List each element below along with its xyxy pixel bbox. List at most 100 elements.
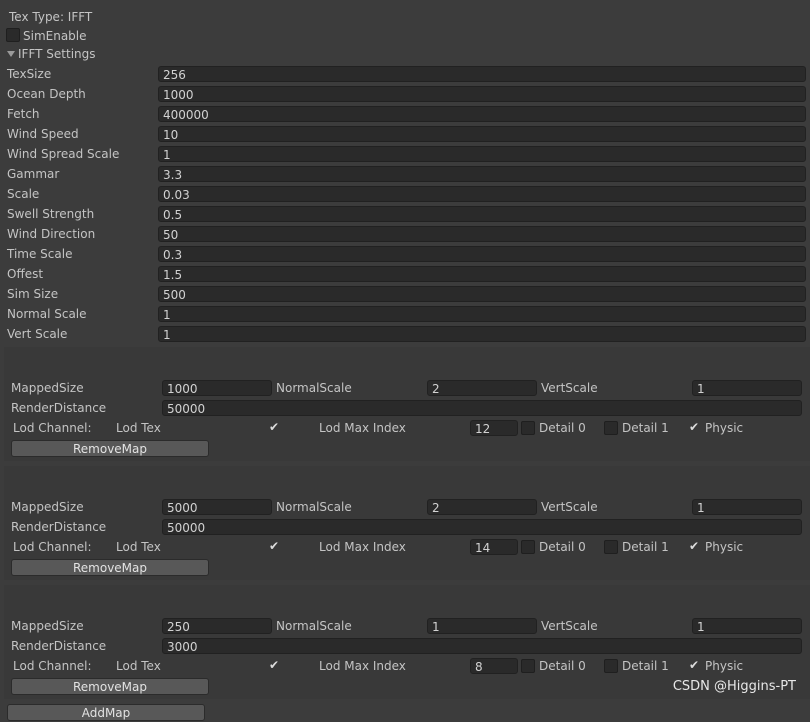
tex-type-label: Tex Type: IFFT (9, 10, 93, 24)
sim-enable-checkbox[interactable] (6, 28, 20, 42)
vert-scale-field[interactable]: 1 (692, 380, 802, 396)
check-icon: ✔ (688, 658, 700, 672)
lod-tex-label: Lod Tex (116, 421, 161, 435)
physic-label: Physic (705, 421, 744, 435)
setting-label: Swell Strength (7, 207, 95, 221)
lod-channel-label: Lod Channel: (13, 540, 92, 554)
setting-label: Wind Direction (7, 227, 96, 241)
detail0-label: Detail 0 (539, 659, 586, 673)
setting-label: Wind Speed (7, 127, 79, 141)
lod-tex-label: Lod Tex (116, 540, 161, 554)
ifft-settings-label: IFFT Settings (18, 47, 96, 61)
vert-scale-field[interactable]: 1 (692, 618, 802, 634)
check-icon: ✔ (268, 658, 280, 672)
normal-scale-field[interactable]: 1 (427, 618, 537, 634)
render-distance-field[interactable]: 3000 (162, 638, 802, 654)
lod-tex-checkbox[interactable]: ✔ (267, 540, 281, 554)
triangle-down-icon (7, 51, 15, 57)
setting-label: Normal Scale (7, 307, 87, 321)
lod-tex-checkbox[interactable]: ✔ (267, 421, 281, 435)
setting-value-field[interactable]: 256 (158, 66, 806, 82)
setting-value-field[interactable]: 10 (158, 126, 806, 142)
setting-value-field[interactable]: 0.3 (158, 246, 806, 262)
setting-label: Sim Size (7, 287, 59, 301)
remove-map-button[interactable]: RemoveMap (11, 678, 209, 695)
mapped-size-label: MappedSize (11, 500, 84, 514)
lod-max-index-field[interactable]: 8 (470, 658, 518, 674)
physic-checkbox[interactable]: ✔ (687, 659, 701, 673)
lod-max-index-field[interactable]: 14 (470, 539, 518, 555)
normal-scale-label: NormalScale (276, 381, 352, 395)
vert-scale-label: VertScale (541, 619, 598, 633)
physic-checkbox[interactable]: ✔ (687, 421, 701, 435)
render-distance-label: RenderDistance (11, 401, 107, 415)
setting-value-field[interactable]: 1.5 (158, 266, 806, 282)
detail1-checkbox[interactable] (604, 421, 618, 435)
render-distance-label: RenderDistance (11, 520, 107, 534)
check-icon: ✔ (688, 420, 700, 434)
normal-scale-field[interactable]: 2 (427, 499, 537, 515)
mapped-size-label: MappedSize (11, 381, 84, 395)
setting-value-field[interactable]: 0.5 (158, 206, 806, 222)
vert-scale-label: VertScale (541, 500, 598, 514)
detail0-checkbox[interactable] (521, 659, 535, 673)
normal-scale-field[interactable]: 2 (427, 380, 537, 396)
setting-value-field[interactable]: 1 (158, 326, 806, 342)
vert-scale-label: VertScale (541, 381, 598, 395)
setting-value-field[interactable]: 3.3 (158, 166, 806, 182)
render-distance-field[interactable]: 50000 (162, 400, 802, 416)
vert-scale-field[interactable]: 1 (692, 499, 802, 515)
setting-label: Scale (7, 187, 40, 201)
detail0-checkbox[interactable] (521, 421, 535, 435)
check-icon: ✔ (268, 539, 280, 553)
setting-value-field[interactable]: 1 (158, 306, 806, 322)
normal-scale-label: NormalScale (276, 500, 352, 514)
setting-label: Ocean Depth (7, 87, 86, 101)
add-map-button[interactable]: AddMap (7, 704, 205, 721)
setting-value-field[interactable]: 500 (158, 286, 806, 302)
check-icon: ✔ (688, 539, 700, 553)
setting-label: Fetch (7, 107, 40, 121)
render-distance-field[interactable]: 50000 (162, 519, 802, 535)
physic-label: Physic (705, 659, 744, 673)
sim-enable-label: SimEnable (23, 29, 87, 43)
mapped-size-field[interactable]: 250 (162, 618, 272, 634)
lod-max-index-field[interactable]: 12 (470, 420, 518, 436)
mapped-size-field[interactable]: 1000 (162, 380, 272, 396)
mapped-size-field[interactable]: 5000 (162, 499, 272, 515)
remove-map-button[interactable]: RemoveMap (11, 440, 209, 457)
physic-checkbox[interactable]: ✔ (687, 540, 701, 554)
detail0-label: Detail 0 (539, 421, 586, 435)
ifft-settings-foldout[interactable]: IFFT Settings (7, 44, 96, 64)
setting-label: Gammar (7, 167, 60, 181)
render-distance-label: RenderDistance (11, 639, 107, 653)
detail1-label: Detail 1 (622, 421, 669, 435)
lod-tex-checkbox[interactable]: ✔ (267, 659, 281, 673)
lod-channel-label: Lod Channel: (13, 421, 92, 435)
detail1-label: Detail 1 (622, 659, 669, 673)
check-icon: ✔ (268, 420, 280, 434)
detail1-checkbox[interactable] (604, 659, 618, 673)
setting-value-field[interactable]: 1000 (158, 86, 806, 102)
detail0-label: Detail 0 (539, 540, 586, 554)
physic-label: Physic (705, 540, 744, 554)
mapped-size-label: MappedSize (11, 619, 84, 633)
setting-value-field[interactable]: 1 (158, 146, 806, 162)
setting-label: Vert Scale (7, 327, 68, 341)
setting-label: TexSize (7, 67, 52, 81)
setting-label: Offest (7, 267, 44, 281)
setting-value-field[interactable]: 0.03 (158, 186, 806, 202)
normal-scale-label: NormalScale (276, 619, 352, 633)
lod-tex-label: Lod Tex (116, 659, 161, 673)
remove-map-button[interactable]: RemoveMap (11, 559, 209, 576)
setting-value-field[interactable]: 50 (158, 226, 806, 242)
map-entry-panel: MappedSize 1000 NormalScale 2 VertScale 1 Rend… (4, 347, 810, 461)
lod-channel-label: Lod Channel: (13, 659, 92, 673)
detail0-checkbox[interactable] (521, 540, 535, 554)
setting-label: Wind Spread Scale (7, 147, 120, 161)
detail1-label: Detail 1 (622, 540, 669, 554)
setting-value-field[interactable]: 400000 (158, 106, 806, 122)
lod-max-index-label: Lod Max Index (319, 659, 406, 673)
setting-label: Time Scale (7, 247, 73, 261)
detail1-checkbox[interactable] (604, 540, 618, 554)
